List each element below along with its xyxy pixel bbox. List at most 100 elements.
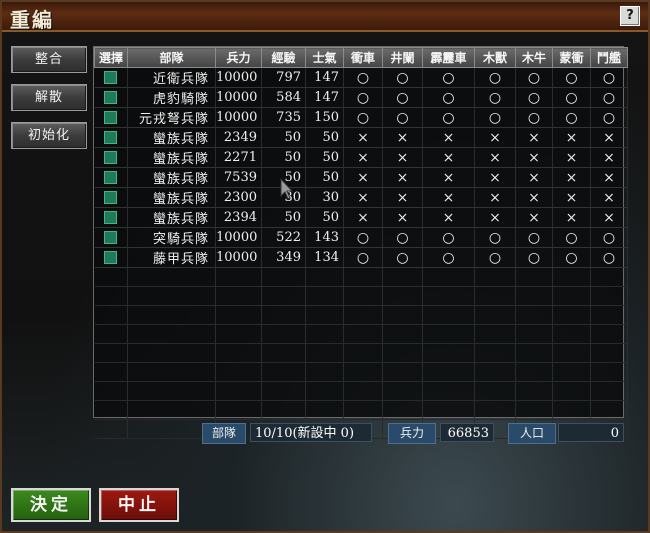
troops-label: 兵力 bbox=[388, 423, 436, 444]
unit-name: 蠻族兵隊 bbox=[127, 147, 216, 168]
unit-troops: 2271 bbox=[215, 147, 262, 168]
weapon-availability: ○ bbox=[343, 227, 383, 248]
weapon-availability: × bbox=[422, 207, 475, 228]
units-label: 部隊 bbox=[202, 423, 246, 444]
unit-table: 選擇 部隊 兵力 經驗 士氣 衝車 井闌 霹靂車 木獸 木牛 蒙衝 鬥艦 近衛兵隊 10000 797 14… bbox=[93, 46, 628, 439]
checkbox-icon[interactable] bbox=[104, 71, 118, 84]
unit-troops: 2349 bbox=[215, 127, 262, 148]
column-header: 井闌 bbox=[382, 47, 423, 68]
weapon-availability: ○ bbox=[552, 67, 591, 88]
unit-experience: 349 bbox=[261, 247, 306, 268]
help-button[interactable]: ? bbox=[620, 6, 640, 26]
weapon-availability: ○ bbox=[474, 107, 516, 128]
empty-row bbox=[94, 362, 628, 382]
unit-row[interactable]: 蠻族兵隊 2394 50 50 × × × × × × × bbox=[94, 207, 628, 228]
checkbox-icon[interactable] bbox=[104, 131, 118, 144]
unit-row[interactable]: 近衛兵隊 10000 797 147 ○ ○ ○ ○ ○ ○ ○ bbox=[94, 67, 628, 88]
select-checkbox[interactable] bbox=[94, 87, 128, 108]
disband-button[interactable]: 解散 bbox=[11, 84, 87, 111]
weapon-availability: ○ bbox=[382, 87, 423, 108]
weapon-availability: × bbox=[552, 167, 591, 188]
checkbox-icon[interactable] bbox=[104, 111, 118, 124]
unit-row[interactable]: 虎豹騎隊 10000 584 147 ○ ○ ○ ○ ○ ○ ○ bbox=[94, 87, 628, 108]
unit-name: 蠻族兵隊 bbox=[127, 207, 216, 228]
weapon-availability: ○ bbox=[590, 227, 628, 248]
unit-name: 蠻族兵隊 bbox=[127, 167, 216, 188]
weapon-availability: ○ bbox=[515, 227, 553, 248]
unit-row[interactable]: 蠻族兵隊 2300 30 30 × × × × × × × bbox=[94, 187, 628, 208]
column-header: 木牛 bbox=[515, 47, 553, 68]
unit-row[interactable]: 突騎兵隊 10000 522 143 ○ ○ ○ ○ ○ ○ ○ bbox=[94, 227, 628, 248]
weapon-availability: ○ bbox=[474, 227, 516, 248]
weapon-availability: ○ bbox=[552, 107, 591, 128]
column-header: 經驗 bbox=[261, 47, 306, 68]
weapon-availability: ○ bbox=[515, 247, 553, 268]
weapon-availability: ○ bbox=[590, 107, 628, 128]
unit-row[interactable]: 藤甲兵隊 10000 349 134 ○ ○ ○ ○ ○ ○ ○ bbox=[94, 247, 628, 268]
unit-morale: 50 bbox=[305, 167, 344, 188]
weapon-availability: ○ bbox=[422, 87, 475, 108]
empty-row bbox=[94, 305, 628, 325]
select-checkbox[interactable] bbox=[94, 107, 128, 128]
cancel-button[interactable]: 中止 bbox=[99, 488, 179, 522]
select-checkbox[interactable] bbox=[94, 147, 128, 168]
select-checkbox[interactable] bbox=[94, 127, 128, 148]
select-checkbox[interactable] bbox=[94, 207, 128, 228]
unit-troops: 10000 bbox=[215, 107, 262, 128]
weapon-availability: × bbox=[552, 207, 591, 228]
unit-experience: 50 bbox=[261, 207, 306, 228]
checkbox-icon[interactable] bbox=[104, 191, 118, 204]
select-checkbox[interactable] bbox=[94, 187, 128, 208]
unit-row[interactable]: 蠻族兵隊 2349 50 50 × × × × × × × bbox=[94, 127, 628, 148]
weapon-availability: × bbox=[590, 167, 628, 188]
unit-name: 虎豹騎隊 bbox=[127, 87, 216, 108]
select-checkbox[interactable] bbox=[94, 167, 128, 188]
unit-troops: 10000 bbox=[215, 67, 262, 88]
confirm-button[interactable]: 決定 bbox=[11, 488, 91, 522]
weapon-availability: × bbox=[422, 167, 475, 188]
weapon-availability: ○ bbox=[422, 107, 475, 128]
select-checkbox[interactable] bbox=[94, 247, 128, 268]
empty-row bbox=[94, 381, 628, 401]
weapon-availability: ○ bbox=[343, 87, 383, 108]
checkbox-icon[interactable] bbox=[104, 231, 118, 244]
unit-row[interactable]: 元戎弩兵隊 10000 735 150 ○ ○ ○ ○ ○ ○ ○ bbox=[94, 107, 628, 128]
checkbox-icon[interactable] bbox=[104, 91, 118, 104]
column-header: 鬥艦 bbox=[590, 47, 628, 68]
weapon-availability: × bbox=[474, 167, 516, 188]
weapon-availability: × bbox=[515, 167, 553, 188]
select-checkbox[interactable] bbox=[94, 227, 128, 248]
unit-row[interactable]: 蠻族兵隊 7539 50 50 × × × × × × × bbox=[94, 167, 628, 188]
weapon-availability: × bbox=[422, 147, 475, 168]
weapon-availability: × bbox=[590, 207, 628, 228]
unit-name: 元戎弩兵隊 bbox=[127, 107, 216, 128]
unit-morale: 30 bbox=[305, 187, 344, 208]
weapon-availability: × bbox=[515, 207, 553, 228]
units-value: 10/10(新設中 0) bbox=[250, 423, 372, 442]
unit-experience: 735 bbox=[261, 107, 306, 128]
empty-row bbox=[94, 267, 628, 287]
checkbox-icon[interactable] bbox=[104, 151, 118, 164]
unit-morale: 134 bbox=[305, 247, 344, 268]
unit-row[interactable]: 蠻族兵隊 2271 50 50 × × × × × × × bbox=[94, 147, 628, 168]
title-bar: 重編 ? bbox=[2, 2, 648, 32]
weapon-availability: × bbox=[552, 127, 591, 148]
weapon-availability: × bbox=[382, 207, 423, 228]
weapon-availability: × bbox=[515, 127, 553, 148]
weapon-availability: ○ bbox=[552, 87, 591, 108]
unit-name: 藤甲兵隊 bbox=[127, 247, 216, 268]
select-checkbox[interactable] bbox=[94, 67, 128, 88]
weapon-availability: × bbox=[422, 187, 475, 208]
checkbox-icon[interactable] bbox=[104, 251, 118, 264]
reset-button[interactable]: 初始化 bbox=[11, 122, 87, 149]
unit-name: 蠻族兵隊 bbox=[127, 187, 216, 208]
unit-troops: 10000 bbox=[215, 227, 262, 248]
checkbox-icon[interactable] bbox=[104, 211, 118, 224]
unit-morale: 50 bbox=[305, 127, 344, 148]
merge-button[interactable]: 整合 bbox=[11, 46, 87, 73]
checkbox-icon[interactable] bbox=[104, 171, 118, 184]
unit-name: 蠻族兵隊 bbox=[127, 127, 216, 148]
weapon-availability: ○ bbox=[590, 247, 628, 268]
weapon-availability: × bbox=[552, 187, 591, 208]
unit-experience: 50 bbox=[261, 147, 306, 168]
